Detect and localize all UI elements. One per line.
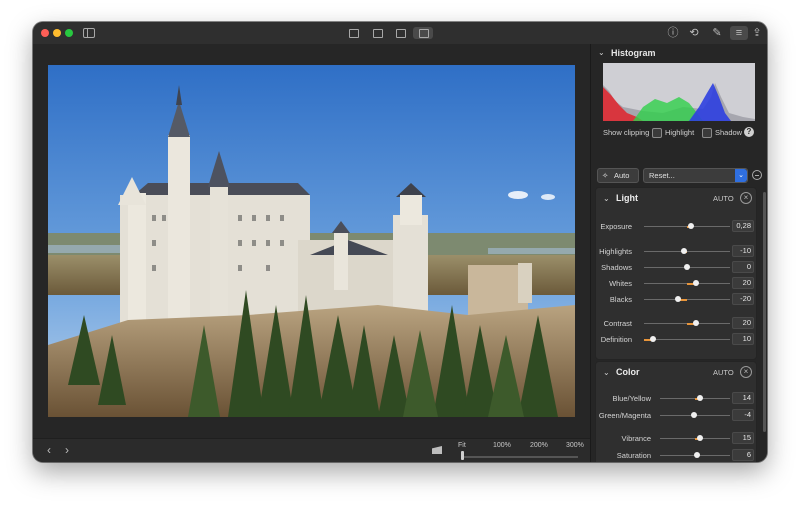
- close-window-button[interactable]: [41, 29, 49, 37]
- inspector-panel: ⌄ Histogram Show clipping Highlight Shad…: [590, 44, 767, 462]
- photo-canvas[interactable]: [48, 65, 575, 417]
- zoom-200-label[interactable]: 200%: [530, 442, 548, 449]
- app-window: ⓘ ⟲ ✎ ≡ ⇪ ‹ › Fit 100% 200% 300% ⌄ Histo…: [33, 22, 767, 462]
- remove-preset-icon[interactable]: [752, 170, 762, 180]
- adjustment-slider-knob[interactable]: [688, 223, 695, 229]
- adjustment-label: Highlights: [599, 247, 632, 256]
- adjustment-value-field[interactable]: -10: [732, 245, 754, 257]
- adjustment-slider[interactable]: [644, 339, 730, 340]
- adjustment-value-field[interactable]: 20: [732, 277, 754, 289]
- highlight-checkbox[interactable]: [652, 128, 662, 138]
- grid-view-icon: [349, 29, 359, 38]
- minimize-window-button[interactable]: [53, 29, 61, 37]
- auto-enhance-button[interactable]: ✧ Auto: [597, 168, 639, 183]
- magic-wand-icon: ✧: [602, 171, 609, 180]
- share-icon[interactable]: ⇪: [750, 26, 764, 40]
- adjustment-slider-knob[interactable]: [690, 412, 697, 418]
- adjustment-slider-knob[interactable]: [649, 336, 656, 342]
- adjustment-value-field[interactable]: -4: [732, 409, 754, 421]
- color-auto-button[interactable]: AUTO: [713, 368, 734, 377]
- chevron-down-icon: ⌄: [735, 169, 747, 182]
- adjustment-label: Definition: [600, 335, 632, 344]
- adjustment-label: Shadows: [601, 263, 632, 272]
- zoom-300-label[interactable]: 300%: [566, 442, 584, 449]
- adjustment-slider-knob[interactable]: [692, 320, 699, 326]
- previous-photo-icon[interactable]: ‹: [47, 443, 51, 457]
- light-auto-button[interactable]: AUTO: [713, 194, 734, 203]
- viewer-bottom-bar: ‹ › Fit 100% 200% 300%: [33, 438, 590, 462]
- color-title: Color: [616, 367, 640, 377]
- histogram-graph: [603, 63, 755, 121]
- adjustment-label: Saturation: [616, 451, 651, 460]
- zoom-100-label[interactable]: 100%: [493, 442, 511, 449]
- adjustment-slider-knob[interactable]: [681, 248, 688, 254]
- chevron-down-icon[interactable]: ⌄: [603, 368, 610, 377]
- zoom-fit-label[interactable]: Fit: [458, 442, 466, 449]
- clipping-row: Show clipping Highlight Shadow ?: [591, 126, 767, 140]
- adjustment-slider-knob[interactable]: [696, 435, 703, 441]
- zoom-slider-knob[interactable]: [461, 451, 464, 460]
- single-view-icon: [419, 29, 429, 38]
- single-view-button[interactable]: [413, 27, 433, 39]
- split-view-button[interactable]: [390, 27, 410, 39]
- adjustment-value-field[interactable]: 15: [732, 432, 754, 444]
- adjust-icon[interactable]: ≡: [730, 26, 748, 40]
- adjustment-slider-knob[interactable]: [692, 280, 699, 286]
- adjustment-value-field[interactable]: 20: [732, 317, 754, 329]
- chevron-down-icon[interactable]: ⌄: [603, 194, 610, 203]
- highlight-label: Highlight: [665, 128, 695, 137]
- castle-photo: [48, 65, 575, 417]
- help-icon[interactable]: ?: [744, 127, 754, 137]
- adjustment-label: Green/Magenta: [598, 411, 651, 420]
- adjustment-label: Blacks: [609, 295, 632, 304]
- adjustment-slider-knob[interactable]: [684, 264, 690, 270]
- adjustment-value-field[interactable]: -20: [732, 293, 754, 305]
- grid-view-button[interactable]: [343, 27, 363, 39]
- light-title: Light: [616, 193, 638, 203]
- color-card: ⌄ Color AUTO × Blue/Yellow 14 Green/Magent…: [595, 361, 757, 462]
- shadow-checkbox[interactable]: [702, 128, 712, 138]
- filmstrip-view-icon: [373, 29, 383, 38]
- adjustment-slider[interactable]: [644, 299, 730, 300]
- light-card: ⌄ Light AUTO × Exposure 0,28 Highlights -10…: [595, 187, 757, 360]
- crop-rotate-icon[interactable]: ⟲: [687, 26, 701, 40]
- histogram-title: Histogram: [611, 48, 656, 58]
- adjustment-label: Exposure: [600, 222, 632, 231]
- filmstrip-view-button[interactable]: [367, 27, 387, 39]
- adjustment-slider-knob[interactable]: [694, 452, 701, 458]
- zoom-window-button[interactable]: [65, 29, 73, 37]
- flag-icon[interactable]: [432, 446, 442, 454]
- shadow-label: Shadow: [715, 128, 743, 137]
- adjustment-value-field[interactable]: 10: [732, 333, 754, 345]
- split-view-icon: [396, 29, 406, 38]
- adjustment-value-field[interactable]: 0,28: [732, 220, 754, 232]
- auto-label: Auto: [614, 171, 630, 180]
- adjustment-slider-knob[interactable]: [675, 296, 682, 302]
- preset-value: Reset...: [649, 171, 675, 180]
- zoom-slider-track[interactable]: [461, 456, 578, 458]
- light-close-icon[interactable]: ×: [740, 192, 752, 204]
- adjustment-label: Contrast: [603, 319, 632, 328]
- adjustment-value-field[interactable]: 0: [732, 261, 754, 273]
- show-clipping-label: Show clipping: [603, 128, 650, 137]
- adjustment-label: Blue/Yellow: [612, 394, 652, 403]
- title-bar: ⓘ ⟲ ✎ ≡ ⇪: [33, 22, 767, 45]
- adjustment-value-field[interactable]: 14: [732, 392, 754, 404]
- info-icon[interactable]: ⓘ: [666, 26, 680, 40]
- histogram-header[interactable]: ⌄ Histogram: [591, 44, 767, 62]
- photo-viewer: [33, 44, 590, 438]
- adjustment-label: Whites: [609, 279, 632, 288]
- sidebar-icon[interactable]: [83, 28, 95, 38]
- inspector-scrollbar[interactable]: [763, 192, 766, 432]
- next-photo-icon[interactable]: ›: [65, 443, 69, 457]
- adjustment-slider-knob[interactable]: [696, 395, 703, 401]
- adjustment-slider[interactable]: [644, 251, 730, 252]
- preset-select[interactable]: Reset... ⌄: [643, 168, 748, 183]
- retouch-icon[interactable]: ✎: [710, 26, 724, 40]
- color-close-icon[interactable]: ×: [740, 366, 752, 378]
- chevron-down-icon: ⌄: [598, 48, 605, 57]
- adjustment-label: Vibrance: [621, 434, 651, 443]
- adjustment-value-field[interactable]: 6: [732, 449, 754, 461]
